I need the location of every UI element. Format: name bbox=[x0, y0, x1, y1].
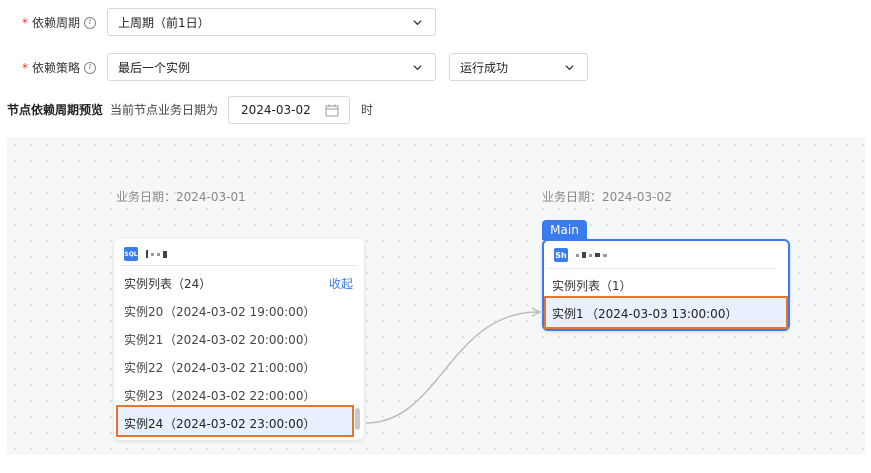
strategy-label: 依赖策略 bbox=[32, 61, 81, 75]
main-tab: Main bbox=[542, 220, 587, 240]
required-mark: * bbox=[22, 15, 28, 30]
period-row: * 依赖周期 i bbox=[22, 14, 97, 31]
date-value: 2024-03-02 bbox=[241, 103, 311, 117]
divider bbox=[120, 265, 356, 266]
preview-title: 节点依赖周期预览 bbox=[7, 103, 104, 117]
preview-subtitle: 当前节点业务日期为 bbox=[110, 103, 219, 117]
left-list-title: 实例列表（24） bbox=[124, 277, 212, 291]
right-biz-date: 业务日期：2024-03-02 bbox=[542, 190, 672, 204]
sql-icon: SQL bbox=[124, 247, 138, 261]
instance-time: （2024-03-02 21:00:00） bbox=[164, 361, 316, 375]
status-select-value: 运行成功 bbox=[460, 60, 509, 75]
right-list-title: 实例列表（1） bbox=[552, 279, 632, 293]
instance-time: （2024-03-02 23:00:00） bbox=[164, 417, 316, 431]
chevron-down-icon bbox=[413, 65, 422, 71]
collapse-link[interactable]: 收起 bbox=[329, 275, 353, 292]
strategy-row: * 依赖策略 i bbox=[22, 59, 97, 76]
calendar-icon bbox=[325, 104, 339, 117]
shell-icon: Sh bbox=[554, 248, 568, 262]
status-select[interactable]: 运行成功 bbox=[449, 53, 588, 81]
info-icon: i bbox=[84, 16, 97, 29]
required-mark: * bbox=[22, 60, 28, 75]
node-header: Sh bbox=[554, 248, 607, 262]
node-name-redacted bbox=[576, 252, 607, 258]
chevron-down-icon bbox=[565, 65, 574, 71]
node-header: SQL bbox=[124, 247, 167, 261]
instance-row[interactable]: 实例1 （2024-03-03 13:00:00） bbox=[552, 305, 737, 322]
info-icon: i bbox=[84, 61, 97, 74]
period-label: 依赖周期 bbox=[32, 16, 81, 30]
instance-row[interactable]: 实例24 （2024-03-02 23:00:00） bbox=[124, 415, 315, 432]
instance-time: （2024-03-02 20:00:00） bbox=[164, 333, 316, 347]
instance-row[interactable]: 实例21 （2024-03-02 20:00:00） bbox=[124, 331, 315, 348]
node-name-redacted bbox=[146, 250, 167, 258]
time-suffix: 时 bbox=[361, 103, 374, 117]
instance-time: （2024-03-02 19:00:00） bbox=[164, 305, 316, 319]
scrollbar[interactable] bbox=[355, 408, 360, 430]
instance-row[interactable]: 实例20 （2024-03-02 19:00:00） bbox=[124, 303, 315, 320]
period-select[interactable]: 上周期（前1日） bbox=[107, 8, 436, 36]
divider bbox=[548, 268, 776, 269]
date-picker[interactable]: 2024-03-02 bbox=[228, 96, 350, 124]
left-biz-date: 业务日期：2024-03-01 bbox=[116, 190, 246, 204]
instance-row[interactable]: 实例23 （2024-03-02 22:00:00） bbox=[124, 387, 315, 404]
period-select-value: 上周期（前1日） bbox=[118, 15, 210, 30]
chevron-down-icon bbox=[413, 20, 422, 26]
instance-time: （2024-03-02 22:00:00） bbox=[164, 389, 316, 403]
instance-row[interactable]: 实例22 （2024-03-02 21:00:00） bbox=[124, 359, 315, 376]
strategy-select[interactable]: 最后一个实例 bbox=[107, 53, 436, 81]
strategy-select-value: 最后一个实例 bbox=[118, 60, 191, 75]
instance-time: （2024-03-03 13:00:00） bbox=[586, 307, 738, 321]
